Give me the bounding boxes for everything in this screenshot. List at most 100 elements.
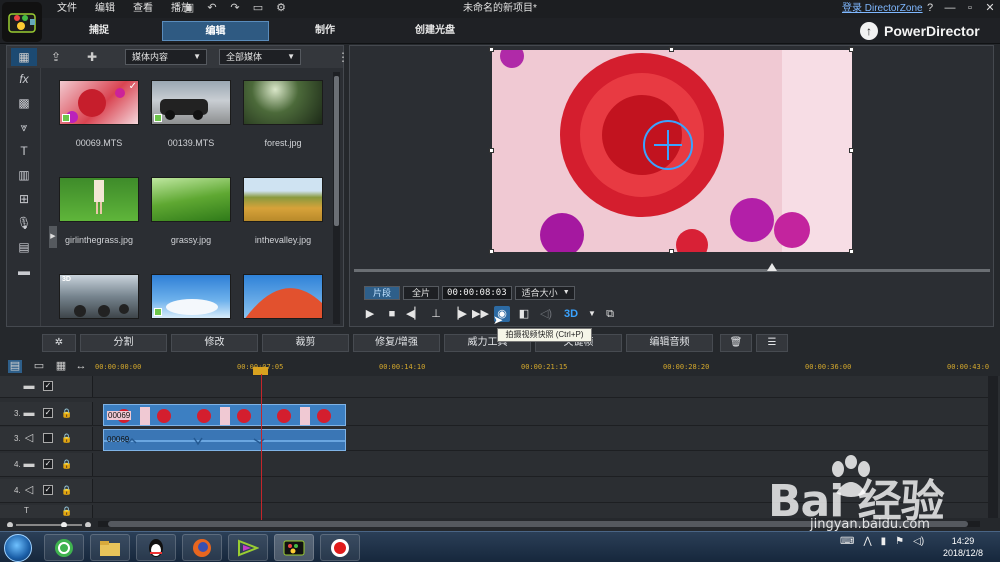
magic-tools-icon[interactable]: ✲ bbox=[42, 334, 76, 352]
media-thumb-sky[interactable] bbox=[151, 274, 231, 319]
network-icon[interactable]: ⋀ bbox=[863, 536, 871, 547]
taskbar-explorer-folder-icon[interactable] bbox=[90, 534, 130, 561]
media-thumb-girlinthegrass[interactable] bbox=[59, 177, 139, 222]
save-icon[interactable]: ▣ bbox=[182, 2, 196, 15]
resize-handle[interactable] bbox=[669, 249, 674, 254]
media-thumb-00139[interactable] bbox=[151, 80, 231, 125]
menu-edit[interactable]: 编辑 bbox=[86, 0, 124, 18]
director-zone-link[interactable]: 登录 DirectorZone bbox=[842, 0, 923, 18]
timeline-vertical-scrollbar[interactable] bbox=[988, 376, 998, 520]
tab-capture[interactable]: 捕捉 bbox=[62, 21, 136, 41]
track-enable-checkbox[interactable]: ✓ bbox=[43, 459, 53, 469]
track-enable-checkbox[interactable]: ✓ bbox=[43, 408, 53, 418]
close-icon[interactable]: ✕ bbox=[982, 0, 998, 16]
help-button[interactable]: ? bbox=[922, 0, 938, 16]
timeline-zoom-slider[interactable] bbox=[6, 521, 92, 527]
track-lock-icon[interactable]: 🔒 bbox=[61, 485, 72, 495]
tab-produce[interactable]: 制作 bbox=[288, 21, 362, 41]
time-ruler[interactable]: 00:00:00:00 00:00:07:05 00:00:14:10 00:0… bbox=[95, 358, 989, 376]
resize-handle[interactable] bbox=[669, 47, 674, 52]
timeline-horizontal-scrollbar[interactable] bbox=[98, 521, 980, 527]
resize-handle[interactable] bbox=[849, 47, 854, 52]
movie-mode-button[interactable]: 全片 bbox=[403, 286, 440, 300]
taskbar-app-360-icon[interactable] bbox=[44, 534, 84, 561]
edit-audio-button[interactable]: 编辑音频 bbox=[626, 334, 713, 352]
media-thumb-motorcycles-3d[interactable]: 3D bbox=[59, 274, 139, 319]
clip-mode-button[interactable]: 片段 bbox=[364, 286, 401, 300]
taskbar-screen-recorder-icon[interactable] bbox=[320, 534, 360, 561]
media-thumb-00069[interactable]: ✓ bbox=[59, 80, 139, 125]
resize-handle[interactable] bbox=[849, 148, 854, 153]
tab-create-disc[interactable]: 创建光盘 bbox=[398, 21, 472, 41]
media-thumb-forest[interactable] bbox=[243, 80, 323, 125]
flag-icon[interactable]: ⚑ bbox=[895, 536, 904, 547]
fast-forward-icon[interactable]: ▶▶ bbox=[472, 306, 489, 322]
play-icon[interactable]: ▶ bbox=[362, 306, 378, 322]
more-options-icon[interactable]: ⋮ bbox=[337, 48, 349, 66]
settings-gear-icon[interactable]: ⚙ bbox=[274, 2, 288, 15]
video-preview-frame[interactable] bbox=[492, 50, 852, 252]
fit-timeline-icon[interactable]: ↔ bbox=[74, 360, 88, 373]
tab-edit[interactable]: 编辑 bbox=[162, 21, 269, 41]
chevron-down-icon[interactable]: ▼ bbox=[588, 306, 596, 322]
keyboard-icon[interactable]: ⌨ bbox=[840, 536, 854, 547]
scrollbar-thumb[interactable] bbox=[108, 521, 968, 527]
modify-button[interactable]: 修改 bbox=[171, 334, 258, 352]
plugin-puzzle-icon[interactable]: ✚ bbox=[79, 48, 105, 66]
resize-handle[interactable] bbox=[849, 249, 854, 254]
seek-bar[interactable] bbox=[354, 263, 990, 272]
undock-preview-icon[interactable]: ⧉ bbox=[602, 306, 618, 322]
resize-handle[interactable] bbox=[489, 148, 494, 153]
track-lock-icon[interactable]: 🔒 bbox=[61, 433, 72, 443]
transition-icon[interactable]: ▥ bbox=[15, 166, 33, 184]
media-room-icon[interactable]: ▦ bbox=[11, 48, 37, 66]
delete-trash-icon[interactable]: 🗑 bbox=[720, 334, 752, 352]
subtitle-icon[interactable]: ▬ bbox=[15, 262, 33, 280]
track-enable-checkbox[interactable] bbox=[43, 433, 53, 443]
taskbar-qq-penguin-icon[interactable] bbox=[136, 534, 176, 561]
media-thumb-grassy[interactable] bbox=[151, 177, 231, 222]
start-button[interactable] bbox=[4, 534, 32, 562]
menu-view[interactable]: 查看 bbox=[124, 0, 162, 18]
audio-clip-00069[interactable]: 00069 bbox=[103, 429, 346, 451]
video-clip-00069[interactable]: 00069 bbox=[103, 404, 346, 426]
trim-button[interactable]: 裁剪 bbox=[262, 334, 349, 352]
fix-enhance-button[interactable]: 修复/增强 bbox=[353, 334, 440, 352]
undo-icon[interactable]: ↶ bbox=[205, 2, 219, 15]
preview-quality-icon[interactable]: ◧ bbox=[516, 306, 532, 322]
taskbar-firefox-icon[interactable] bbox=[182, 534, 222, 561]
menu-file[interactable]: 文件 bbox=[48, 0, 86, 18]
chapter-icon[interactable]: ▤ bbox=[15, 238, 33, 256]
minimize-icon[interactable]: — bbox=[942, 0, 958, 16]
voice-over-microphone-icon[interactable]: 🎙 bbox=[15, 214, 33, 232]
upload-arrow-icon[interactable]: ↑ bbox=[860, 22, 878, 40]
security-icon[interactable]: ▮ bbox=[881, 536, 887, 547]
track-lock-icon[interactable]: 🔒 bbox=[61, 408, 72, 418]
3d-mode-button[interactable]: 3D bbox=[560, 306, 582, 322]
media-thumb-umbrella[interactable] bbox=[243, 274, 323, 319]
pip-objects-icon[interactable]: ▩ bbox=[15, 94, 33, 112]
redo-icon[interactable]: ↷ bbox=[228, 2, 242, 15]
previous-frame-icon[interactable]: ◀▏ bbox=[406, 306, 423, 322]
volume-icon[interactable]: ◁) bbox=[538, 306, 554, 322]
track-manager-icon[interactable]: ▦ bbox=[54, 360, 68, 373]
split-button[interactable]: 分割 bbox=[80, 334, 167, 352]
resize-handle[interactable] bbox=[489, 47, 494, 52]
playhead-line[interactable] bbox=[261, 374, 262, 520]
media-thumb-inthevalley[interactable] bbox=[243, 177, 323, 222]
taskbar-powerdirector-icon[interactable] bbox=[274, 534, 314, 561]
maximize-icon[interactable]: ▫ bbox=[962, 0, 978, 16]
title-text-icon[interactable]: T bbox=[15, 142, 33, 160]
storyboard-view-icon[interactable]: ▭ bbox=[32, 360, 46, 373]
track-enable-checkbox[interactable]: ✓ bbox=[43, 485, 53, 495]
split-clip-icon[interactable]: ⊥ bbox=[428, 306, 444, 322]
taskbar-clock[interactable]: 14:29 2018/12/8 bbox=[938, 535, 988, 559]
particle-icon[interactable]: ⩔ bbox=[15, 118, 33, 136]
scrollbar-thumb[interactable] bbox=[334, 76, 339, 226]
seek-knob[interactable] bbox=[767, 263, 777, 271]
stop-icon[interactable]: ■ bbox=[384, 306, 400, 322]
timecode-display[interactable]: 00:00:08:03 bbox=[442, 286, 512, 300]
effects-fx-icon[interactable]: fx bbox=[15, 70, 33, 88]
track-lock-icon[interactable]: 🔒 bbox=[61, 506, 72, 516]
more-tools-icon[interactable]: ☰ bbox=[756, 334, 788, 352]
